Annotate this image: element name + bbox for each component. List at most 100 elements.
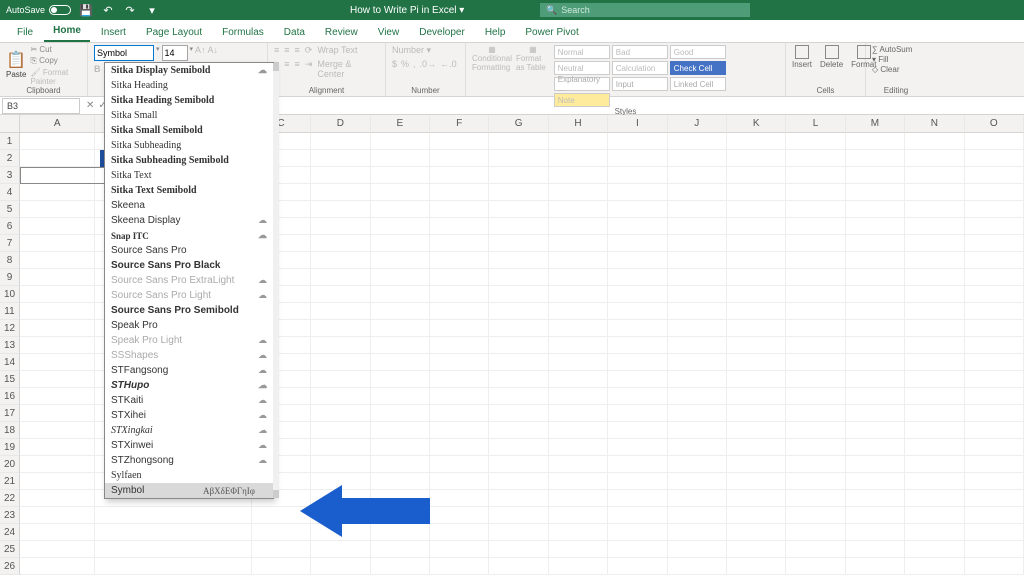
cell[interactable] [668,337,727,353]
save-icon[interactable]: 💾 [79,3,93,17]
row-header[interactable]: 5 [0,201,20,218]
cell[interactable] [608,184,667,200]
cell[interactable] [786,558,845,574]
tab-file[interactable]: File [8,23,42,42]
font-option[interactable]: Sitka Heading Semibold [105,93,273,108]
cell[interactable] [430,354,489,370]
cell[interactable] [371,388,430,404]
cell[interactable] [786,456,845,472]
cell[interactable] [608,541,667,557]
cell[interactable] [608,507,667,523]
increase-decimal-icon[interactable]: .0→ [420,59,437,69]
cell[interactable] [20,133,95,149]
cell[interactable] [727,184,786,200]
cell[interactable] [965,133,1024,149]
cell[interactable] [311,371,370,387]
cell[interactable] [608,405,667,421]
cell[interactable] [549,218,608,234]
cell[interactable] [846,456,905,472]
cell[interactable] [430,201,489,217]
cell[interactable] [846,507,905,523]
cell[interactable] [549,456,608,472]
cell[interactable] [549,524,608,540]
cell[interactable] [20,286,95,302]
cell[interactable] [786,541,845,557]
tab-review[interactable]: Review [316,23,367,42]
row-header[interactable]: 24 [0,524,20,541]
cell[interactable] [311,252,370,268]
undo-icon[interactable]: ↶ [101,3,115,17]
cell[interactable] [489,371,548,387]
cell[interactable] [965,252,1024,268]
font-size-input[interactable] [162,45,188,61]
cell[interactable] [608,439,667,455]
cell[interactable] [786,184,845,200]
cell[interactable] [608,252,667,268]
cell[interactable] [965,388,1024,404]
cell[interactable] [20,269,95,285]
cell[interactable] [430,252,489,268]
font-option[interactable]: Skeena [105,198,273,213]
cell[interactable] [430,286,489,302]
cell[interactable] [905,524,964,540]
cell[interactable] [608,337,667,353]
cell[interactable] [905,558,964,574]
cell[interactable] [549,235,608,251]
cell[interactable] [786,218,845,234]
cell[interactable] [965,439,1024,455]
cell[interactable] [668,371,727,387]
cell[interactable] [905,167,964,183]
cell[interactable] [430,303,489,319]
increase-font-icon[interactable]: A↑ [195,45,206,61]
cell[interactable] [489,320,548,336]
cell[interactable] [727,252,786,268]
cell[interactable] [846,167,905,183]
cell[interactable] [430,558,489,574]
cell[interactable] [549,150,608,166]
cell[interactable] [311,320,370,336]
font-option[interactable]: STXingkai☁ [105,423,273,438]
cell[interactable] [608,473,667,489]
cell[interactable] [489,490,548,506]
cell[interactable] [430,507,489,523]
cell[interactable] [727,235,786,251]
cell[interactable] [786,303,845,319]
cell-styles-gallery[interactable]: NormalBadGoodNeutralCalculationCheck Cel… [554,45,779,107]
cell[interactable] [489,218,548,234]
cell[interactable] [668,507,727,523]
cell[interactable] [430,439,489,455]
cell[interactable] [430,320,489,336]
cell[interactable] [608,218,667,234]
column-header[interactable]: I [608,115,667,133]
cell[interactable] [905,150,964,166]
cell[interactable] [311,337,370,353]
cell[interactable] [668,439,727,455]
cell[interactable] [430,422,489,438]
cell[interactable] [905,507,964,523]
row-header[interactable]: 7 [0,235,20,252]
cell[interactable] [371,422,430,438]
cell[interactable] [489,150,548,166]
cell[interactable] [371,235,430,251]
cell[interactable] [608,558,667,574]
cell[interactable] [311,133,370,149]
font-option[interactable]: Sitka Subheading [105,138,273,153]
cell[interactable] [371,150,430,166]
cell[interactable] [905,303,964,319]
font-option[interactable]: STXihei☁ [105,408,273,423]
cell[interactable] [786,201,845,217]
column-header[interactable]: F [430,115,489,133]
cell[interactable] [549,252,608,268]
cell[interactable] [20,490,95,506]
cell[interactable] [727,422,786,438]
font-option[interactable]: Source Sans Pro ExtraLight☁ [105,273,273,288]
cell[interactable] [311,286,370,302]
cell[interactable] [786,269,845,285]
orientation-icon[interactable]: ⟳ [305,45,313,56]
number-format-select[interactable]: Number ▾ [392,45,431,56]
wrap-text-button[interactable]: Wrap Text [317,45,357,56]
font-option[interactable]: Speak Pro Light☁ [105,333,273,348]
cell[interactable] [371,354,430,370]
decrease-decimal-icon[interactable]: ←.0 [440,59,457,69]
row-header[interactable]: 16 [0,388,20,405]
